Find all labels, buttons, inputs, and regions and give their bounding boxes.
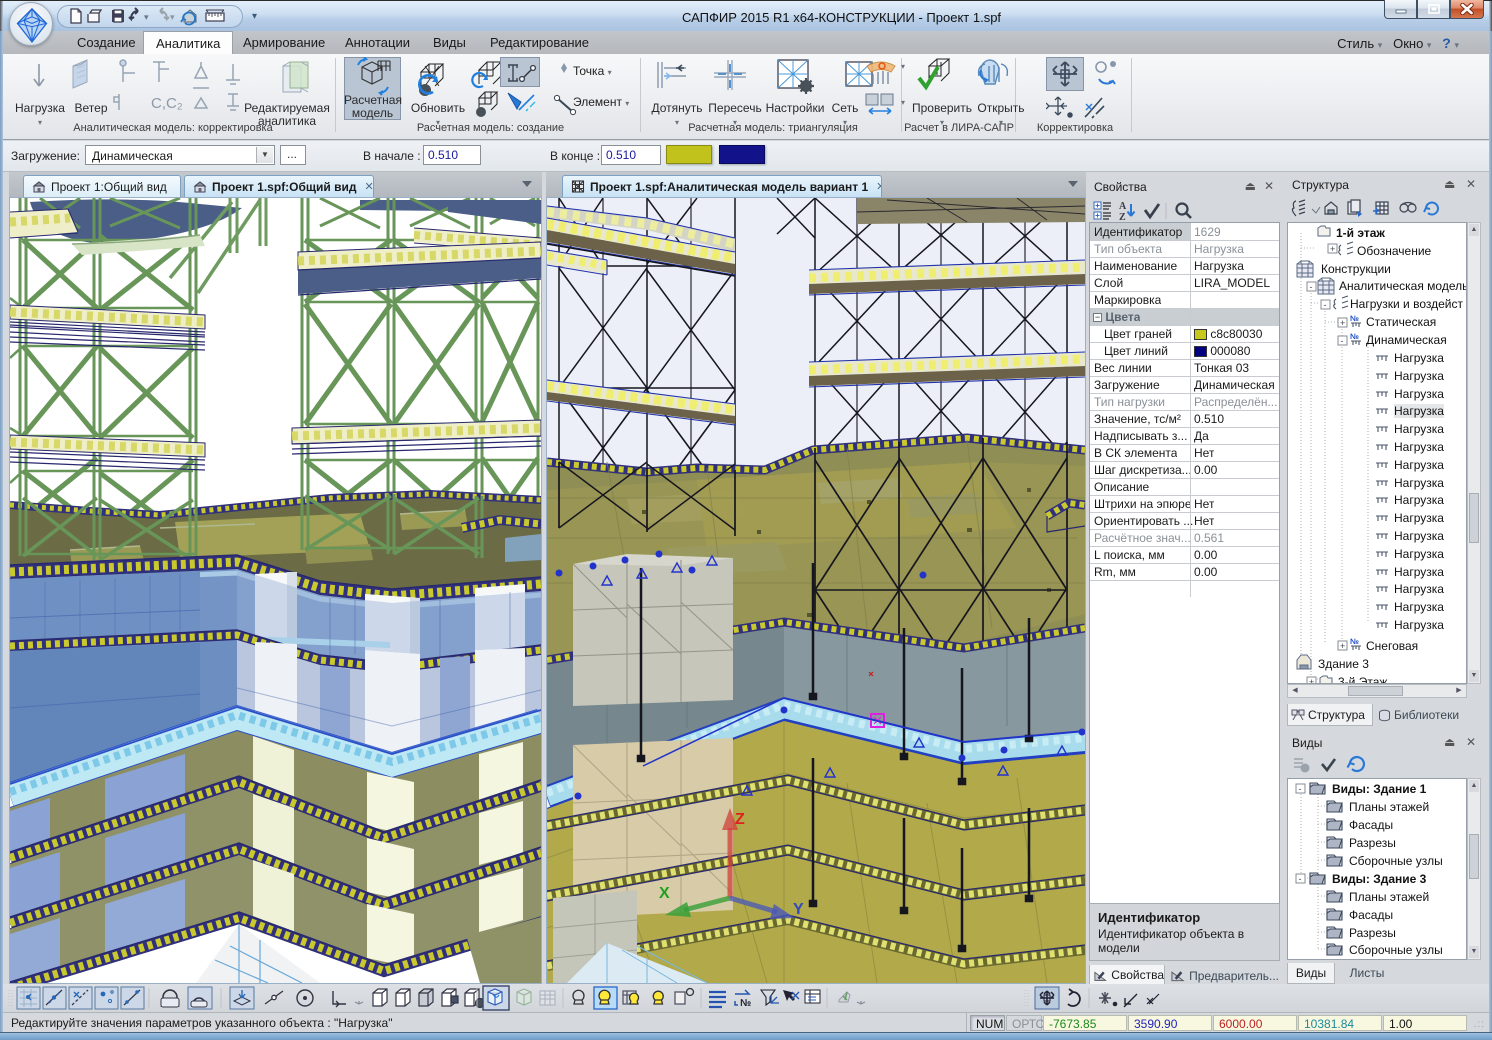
svg-text:+: +: [1330, 244, 1335, 254]
svg-text:-: -: [1299, 874, 1302, 884]
svg-text:-: -: [1341, 336, 1344, 346]
svg-text:Z: Z: [735, 811, 745, 828]
svg-text:-: -: [1324, 300, 1327, 310]
svg-text:№: №: [1350, 332, 1359, 341]
svg-text:C,C₂: C,C₂: [151, 95, 183, 112]
svg-text:№: №: [1350, 637, 1359, 646]
svg-text:-: -: [1299, 784, 1302, 794]
svg-text:+: +: [1309, 677, 1314, 684]
svg-text:+: +: [1340, 318, 1345, 328]
svg-text:+: +: [1340, 641, 1345, 651]
svg-text:X: X: [659, 885, 670, 902]
svg-text:№: №: [740, 998, 751, 1009]
svg-text:Y: Y: [793, 901, 804, 918]
svg-text:№: №: [1350, 314, 1359, 323]
svg-text:Z: Z: [1119, 212, 1126, 222]
svg-text:▾: ▾: [170, 12, 175, 22]
svg-text:-: -: [1310, 282, 1313, 292]
svg-text:A: A: [1119, 201, 1127, 212]
svg-text:▾: ▾: [144, 12, 149, 22]
